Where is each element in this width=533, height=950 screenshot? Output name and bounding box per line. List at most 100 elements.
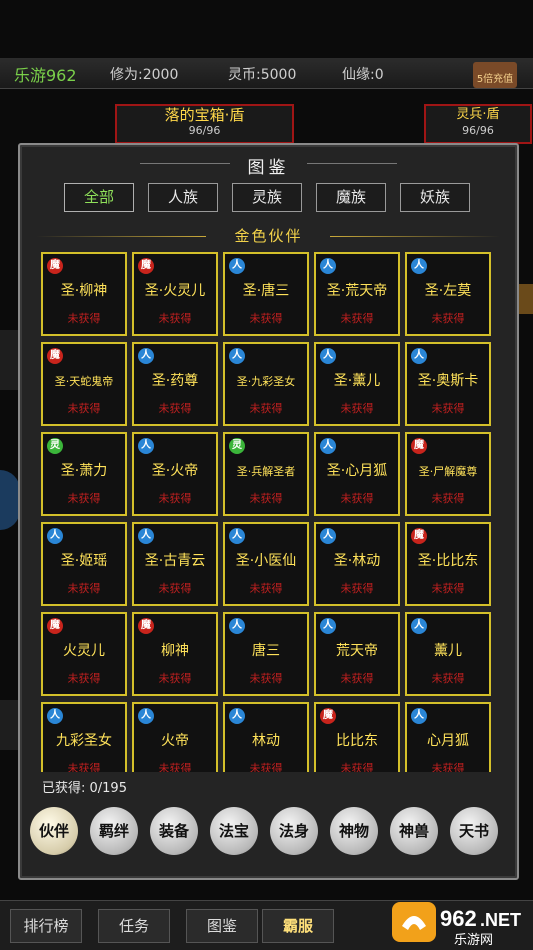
- partner-card[interactable]: 人圣·左莫 未获得: [405, 252, 491, 336]
- partner-card[interactable]: 人圣·薰儿 未获得: [314, 342, 400, 426]
- partner-card[interactable]: 魔圣·尸解魔尊 未获得: [405, 432, 491, 516]
- partner-card[interactable]: 人圣·古青云 未获得: [132, 522, 218, 606]
- partner-card[interactable]: 人九彩圣女 未获得: [41, 702, 127, 772]
- tab-monster[interactable]: 妖族: [400, 183, 470, 212]
- race-badge-icon: 人: [411, 348, 427, 364]
- partner-name: 圣·火灵儿: [144, 283, 206, 299]
- partner-name: 圣·薰儿: [333, 373, 381, 389]
- race-badge-icon: 人: [47, 528, 63, 544]
- partner-card[interactable]: 灵圣·萧力 未获得: [41, 432, 127, 516]
- race-badge-icon: 魔: [411, 438, 427, 454]
- category-divine-beast-button[interactable]: 神兽: [390, 807, 438, 855]
- partner-card[interactable]: 人荒天帝 未获得: [314, 612, 400, 696]
- partner-card[interactable]: 人圣·药尊 未获得: [132, 342, 218, 426]
- partner-name: 圣·唐三: [242, 283, 290, 299]
- codex-panel: 图鉴 全部 人族 灵族 魔族 妖族 金色伙伴 魔圣·柳神 未获得魔圣·火灵儿 未获得…: [18, 143, 519, 880]
- partner-card[interactable]: 灵圣·兵解圣者 未获得: [223, 432, 309, 516]
- category-partner-button[interactable]: 伙伴: [30, 807, 78, 855]
- partner-status: 未获得: [249, 492, 283, 505]
- race-badge-icon: 人: [138, 528, 154, 544]
- left-skill-icon[interactable]: [0, 470, 20, 530]
- partner-name: 圣·萧力: [60, 463, 108, 479]
- nav-codex[interactable]: 图鉴: [186, 909, 258, 943]
- partner-card[interactable]: 人唐三 未获得: [223, 612, 309, 696]
- category-heavenly-book-button[interactable]: 天书: [450, 807, 498, 855]
- partner-status: 未获得: [431, 312, 465, 325]
- tab-human[interactable]: 人族: [148, 183, 218, 212]
- cultivation-stat: 修为:2000: [110, 67, 179, 83]
- partner-status: 未获得: [158, 582, 192, 595]
- logo-suffix: .NET: [480, 910, 521, 930]
- partner-card[interactable]: 人圣·林动 未获得: [314, 522, 400, 606]
- partner-name: 圣·心月狐: [326, 463, 388, 479]
- race-badge-icon: 人: [138, 438, 154, 454]
- race-badge-icon: 魔: [47, 258, 63, 274]
- partner-card[interactable]: 人圣·荒天帝 未获得: [314, 252, 400, 336]
- partner-card[interactable]: 人圣·小医仙 未获得: [223, 522, 309, 606]
- spirit-weapon-banner: 灵兵·盾 96/96: [424, 104, 532, 144]
- partner-grid: 魔圣·柳神 未获得魔圣·火灵儿 未获得人圣·唐三 未获得人圣·荒天帝 未获得人圣·左莫未…: [41, 252, 501, 772]
- partner-status: 未获得: [340, 492, 374, 505]
- partner-card[interactable]: 魔比比东 未获得: [314, 702, 400, 772]
- category-dharma-body-button[interactable]: 法身: [270, 807, 318, 855]
- partner-status: 未获得: [249, 312, 283, 325]
- nav-dominate[interactable]: 霸服: [262, 909, 334, 943]
- tab-spirit[interactable]: 灵族: [232, 183, 302, 212]
- partner-card[interactable]: 魔圣·柳神 未获得: [41, 252, 127, 336]
- partner-card[interactable]: 人圣·火帝 未获得: [132, 432, 218, 516]
- partner-card[interactable]: 人薰儿 未获得: [405, 612, 491, 696]
- partner-card[interactable]: 魔圣·比比东 未获得: [405, 522, 491, 606]
- site-logo: 962 .NET 乐游网: [392, 902, 521, 948]
- partner-name: 圣·比比东: [417, 553, 479, 569]
- partner-card[interactable]: 魔圣·火灵儿未获得: [132, 252, 218, 336]
- partner-card[interactable]: 人林动 未获得: [223, 702, 309, 772]
- race-badge-icon: 人: [229, 348, 245, 364]
- brand-label: 乐游962: [14, 66, 77, 85]
- nav-leaderboard[interactable]: 排行榜: [10, 909, 82, 943]
- partner-card[interactable]: 人火帝 未获得: [132, 702, 218, 772]
- partner-card[interactable]: 人圣·姬瑶 未获得: [41, 522, 127, 606]
- obtained-count: 已获得: 0/195: [42, 781, 127, 796]
- partner-name: 荒天帝: [336, 643, 378, 659]
- partner-status: 未获得: [158, 762, 192, 772]
- recharge-label: 5倍充值: [476, 74, 514, 85]
- partner-name: 圣·天蛇鬼帝: [54, 375, 114, 388]
- race-badge-icon: 人: [411, 258, 427, 274]
- race-badge-icon: 人: [229, 528, 245, 544]
- category-bond-button[interactable]: 羁绊: [90, 807, 138, 855]
- partner-card[interactable]: 人圣·奥斯卡 未获得: [405, 342, 491, 426]
- treasure-chest-banner: 落的宝箱·盾 96/96: [115, 104, 294, 144]
- title-divider-right: [307, 163, 397, 164]
- race-badge-icon: 人: [138, 348, 154, 364]
- partner-status: 未获得: [158, 492, 192, 505]
- partner-card[interactable]: 人圣·唐三未获得: [223, 252, 309, 336]
- race-badge-icon: 魔: [138, 258, 154, 274]
- category-divine-item-button[interactable]: 神物: [330, 807, 378, 855]
- race-badge-icon: 人: [229, 258, 245, 274]
- partner-card[interactable]: 魔火灵儿 未获得: [41, 612, 127, 696]
- tab-demon[interactable]: 魔族: [316, 183, 386, 212]
- recharge-button[interactable]: 5倍充值: [473, 62, 517, 88]
- immortal-fate-stat: 仙缘:0: [342, 67, 384, 83]
- nav-tasks[interactable]: 任务: [98, 909, 170, 943]
- partner-name: 圣·九彩圣女: [236, 375, 296, 388]
- partner-name: 圣·林动: [333, 553, 381, 569]
- left-side-decoration: [0, 330, 20, 390]
- partner-name: 圣·奥斯卡: [417, 373, 479, 389]
- partner-name: 圣·荒天帝: [326, 283, 388, 299]
- category-equipment-button[interactable]: 装备: [150, 807, 198, 855]
- partner-card[interactable]: 魔圣·天蛇鬼帝 未获得: [41, 342, 127, 426]
- partner-name: 林动: [252, 733, 280, 749]
- partner-card[interactable]: 人圣·九彩圣女 未获得: [223, 342, 309, 426]
- partner-card[interactable]: 人圣·心月狐 未获得: [314, 432, 400, 516]
- partner-name: 薰儿: [434, 643, 462, 659]
- partner-card[interactable]: 人心月狐 未获得: [405, 702, 491, 772]
- partner-name: 火灵儿: [63, 643, 105, 659]
- partner-status: 未获得: [158, 312, 192, 325]
- race-badge-icon: 人: [229, 708, 245, 724]
- partner-status: 未获得: [158, 402, 192, 415]
- logo-text: 962: [440, 906, 477, 931]
- category-artifact-button[interactable]: 法宝: [210, 807, 258, 855]
- tab-all[interactable]: 全部: [64, 183, 134, 212]
- partner-card[interactable]: 魔柳神 未获得: [132, 612, 218, 696]
